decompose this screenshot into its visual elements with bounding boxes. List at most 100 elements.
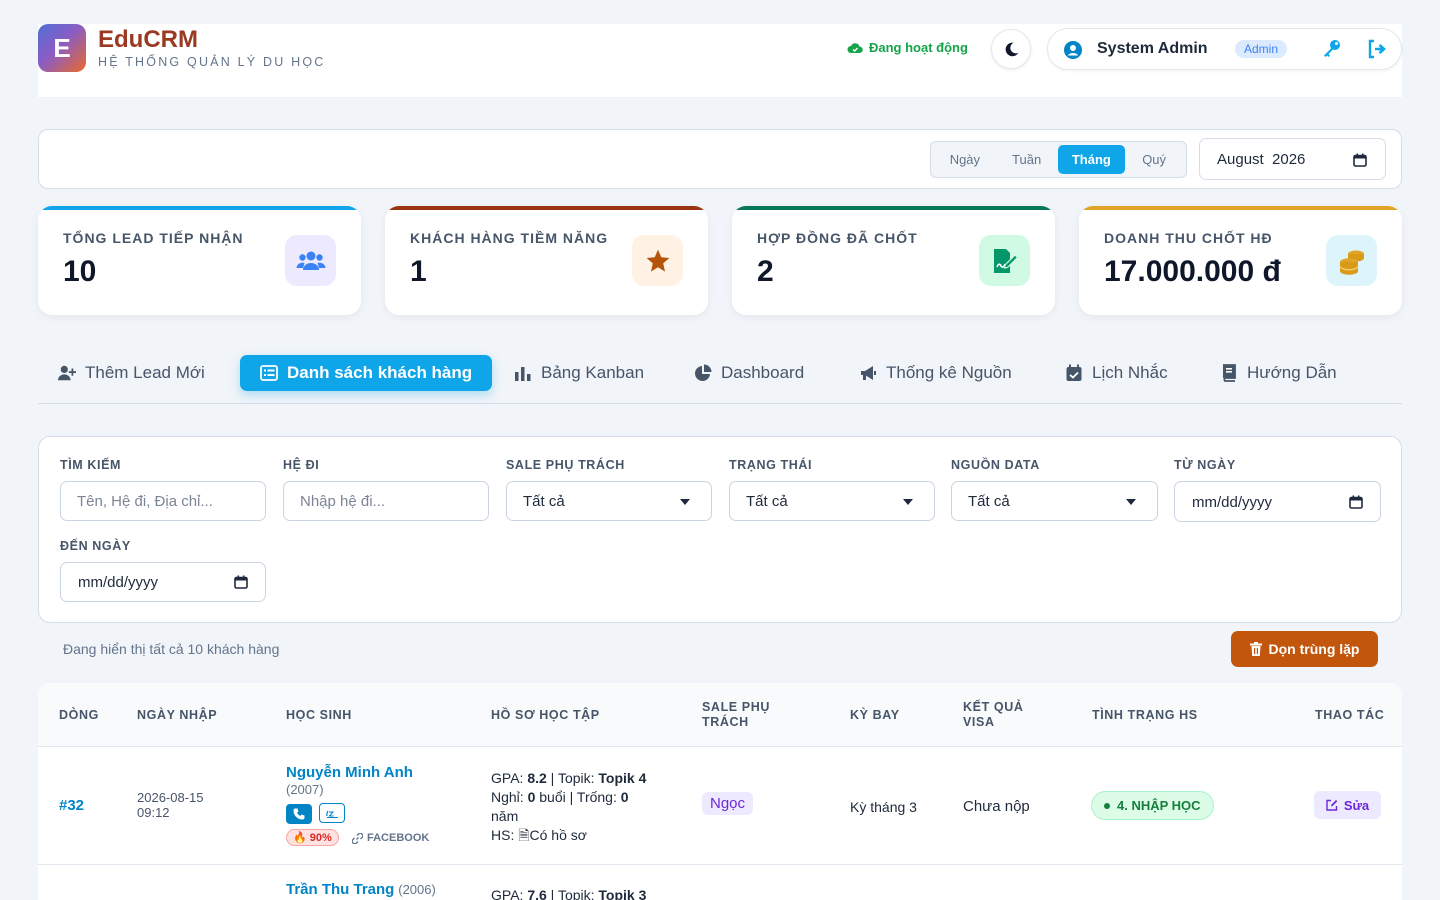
stat-value: 2 — [757, 255, 774, 288]
card-accent-bar — [385, 206, 708, 210]
stat-card-potential-customers: KHÁCH HÀNG TIỀM NĂNG 1 — [385, 206, 708, 315]
result-count-text: Đang hiển thị tất cả 10 khách hàng — [63, 641, 280, 657]
dedupe-button[interactable]: Dọn trùng lặp — [1231, 631, 1378, 667]
table-row[interactable]: Trần Thu Trang (2006) GPA: 7.6 | Topik: … — [38, 865, 1402, 900]
search-input[interactable]: Tên, Hệ đi, Địa chỉ... — [60, 481, 266, 521]
visa-result: Chưa nộp — [963, 798, 1030, 815]
academic-profile: GPA: 8.2 | Topik: Topik 4 Nghỉ: 0 buổi |… — [491, 769, 646, 845]
key-icon[interactable] — [1321, 38, 1343, 60]
table-row[interactable]: #32 2026-08-15 09:12 Nguyễn Minh Anh (20… — [38, 747, 1402, 865]
from-date-label: TỪ NGÀY — [1174, 458, 1236, 472]
file-icon: 🗎 — [518, 827, 530, 843]
trash-icon — [1249, 642, 1262, 656]
calendar-icon[interactable] — [234, 575, 248, 589]
docs-line: HS: 🗎Có hồ sơ — [491, 826, 646, 845]
tab-guide[interactable]: Hướng Dẫn — [1220, 355, 1337, 391]
zalo-button[interactable] — [319, 803, 345, 823]
col-header-date: NGÀY NHẬP — [137, 708, 218, 722]
docs-value: Có hồ sơ — [529, 827, 587, 843]
theme-toggle-button[interactable] — [991, 29, 1031, 69]
col-header-sale: SALE PHỤ TRÁCH — [702, 700, 770, 730]
col-header-sale-line2: TRÁCH — [702, 715, 749, 729]
status-select[interactable]: Tất cả — [729, 481, 935, 521]
program-input[interactable]: Nhập hệ đi... — [283, 481, 489, 521]
probability-value: 90% — [309, 832, 332, 844]
row-id[interactable]: #32 — [59, 797, 84, 814]
gap-unit: năm — [491, 808, 519, 824]
col-header-visa: KẾT QUẢ VISA — [963, 700, 1023, 730]
student-name[interactable]: Nguyễn Minh Anh — [286, 764, 413, 781]
calendar-icon[interactable] — [1353, 153, 1367, 167]
card-accent-bar — [38, 206, 361, 210]
tab-label: Lịch Nhắc — [1092, 363, 1168, 382]
user-menu[interactable]: System Admin Admin — [1047, 28, 1402, 70]
absent-label: Nghỉ: — [491, 789, 524, 805]
list-icon — [260, 365, 278, 381]
month-value: August 2026 — [1217, 151, 1306, 168]
student-name[interactable]: Trần Thu Trang — [286, 881, 394, 898]
call-button[interactable] — [286, 804, 312, 824]
search-placeholder: Tên, Hệ đi, Địa chỉ... — [77, 493, 213, 510]
tab-kanban[interactable]: Bảng Kanban — [514, 355, 644, 391]
gap-value: 0 — [620, 789, 629, 805]
status-text: 4. NHẬP HỌC — [1117, 798, 1201, 813]
tab-reminders[interactable]: Lịch Nhắc — [1065, 355, 1168, 391]
signed-file-icon — [993, 248, 1018, 273]
status-dot — [1104, 802, 1110, 809]
sale-badge: Ngọc — [702, 792, 754, 815]
student-status-badge[interactable]: 4. NHẬP HỌC — [1091, 791, 1214, 820]
tab-label: Bảng Kanban — [541, 363, 645, 382]
gap-label: Trống: — [576, 789, 617, 805]
tab-customer-list[interactable]: Danh sách khách hàng — [240, 355, 493, 391]
col-header-sale-line1: SALE PHỤ — [702, 700, 771, 714]
logout-icon[interactable] — [1366, 38, 1388, 60]
period-option-week[interactable]: Tuần — [996, 145, 1058, 174]
edit-button[interactable]: Sửa — [1314, 791, 1381, 819]
brand-name: EduCRM — [98, 26, 198, 53]
users-icon — [296, 251, 325, 270]
star-icon — [646, 249, 669, 272]
month-picker[interactable]: August 2026 — [1199, 138, 1386, 180]
period-option-day[interactable]: Ngày — [934, 145, 996, 174]
stat-icon-box — [285, 235, 336, 286]
search-label: TÌM KIẾM — [60, 458, 122, 472]
to-date-value: mm/dd/yyyy — [78, 574, 159, 591]
stat-card-revenue: DOANH THU CHỐT HĐ 17.000.000 đ — [1079, 206, 1402, 315]
to-date-input[interactable]: mm/dd/yyyy — [60, 562, 266, 602]
sale-label: SALE PHỤ TRÁCH — [506, 458, 625, 472]
role-badge: Admin — [1235, 40, 1288, 58]
connection-status: Đang hoạt động — [847, 40, 968, 55]
gpa-value: 7.6 — [527, 887, 547, 900]
topik-label: Topik: — [557, 770, 595, 786]
tab-source-stats[interactable]: Thống kê Nguồn — [859, 355, 1012, 391]
calendar-icon[interactable] — [1349, 495, 1363, 509]
period-option-month[interactable]: Tháng — [1057, 145, 1126, 174]
card-accent-bar — [732, 206, 1055, 210]
tab-label: Hướng Dẫn — [1247, 363, 1337, 382]
period-segmented-control: Ngày Tuần Tháng Quý — [930, 141, 1187, 178]
stat-value: 1 — [410, 255, 427, 288]
logo: E — [38, 24, 86, 72]
period-option-quarter[interactable]: Quý — [1125, 145, 1183, 174]
stat-card-closed-contracts: HỢP ĐỒNG ĐÃ CHỐT 2 — [732, 206, 1055, 315]
status-select-value: Tất cả — [746, 493, 788, 510]
card-accent-bar — [1079, 206, 1402, 210]
sale-select[interactable]: Tất cả — [506, 481, 712, 521]
gpa-label: GPA: — [491, 770, 524, 786]
coins-icon — [1338, 250, 1364, 275]
gpa-value: 8.2 — [527, 770, 547, 786]
tab-add-lead[interactable]: Thêm Lead Mới — [58, 355, 205, 391]
edit-icon — [1326, 799, 1338, 811]
chat-icon — [325, 810, 338, 818]
from-date-input[interactable]: mm/dd/yyyy — [1174, 481, 1381, 522]
source-select[interactable]: Tất cả — [951, 481, 1158, 521]
main-tabs: Thêm Lead Mới Danh sách khách hàng Bảng … — [38, 355, 1402, 404]
stat-icon-box — [979, 235, 1030, 286]
tab-dashboard[interactable]: Dashboard — [694, 355, 804, 391]
book-icon — [1223, 364, 1236, 382]
col-header-visa-line1: KẾT QUẢ — [963, 700, 1024, 714]
tab-label: Dashboard — [721, 363, 805, 382]
col-header-visa-line2: VISA — [963, 715, 995, 729]
source-select-value: Tất cả — [968, 493, 1010, 510]
cloud-check-icon — [847, 42, 863, 53]
